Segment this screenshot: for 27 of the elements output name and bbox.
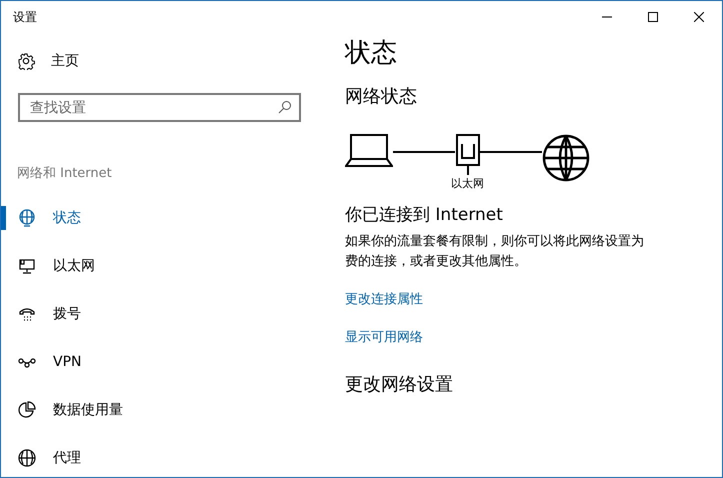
window-title: 设置	[13, 8, 37, 26]
nav-item[interactable]: 状态	[1, 194, 331, 242]
page-title: 状态	[345, 37, 398, 70]
search-field[interactable]: 查找设置	[18, 93, 301, 122]
section-heading: 更改网络设置	[345, 373, 454, 396]
globe-monitor-icon	[17, 208, 37, 228]
globe-icon	[17, 448, 37, 468]
nav-item[interactable]: 以太网	[1, 242, 331, 290]
nav-item[interactable]: 拨号	[1, 290, 331, 338]
section-heading: 网络状态	[345, 85, 418, 108]
home-link[interactable]: 主页	[17, 48, 331, 74]
connection-status: 你已连接到 Internet	[345, 204, 504, 226]
settings-icon	[17, 52, 35, 70]
laptop-icon	[345, 134, 393, 168]
settings-link[interactable]: 显示可用网络	[345, 328, 722, 348]
selection-bar	[1, 206, 6, 230]
section-heading: 网络和 Internet	[17, 165, 113, 182]
search-icon	[278, 100, 292, 114]
description-text: 如果你的流量套餐有限制，则你可以将此网络设置为 费的连接，或者更改其他属性。	[345, 233, 645, 271]
nav-item[interactable]: VPN	[1, 338, 331, 386]
adapter-label: 以太网	[451, 176, 484, 191]
maximize-icon	[648, 12, 658, 22]
close-icon	[694, 12, 704, 22]
pie-chart-icon	[17, 400, 37, 420]
settings-link[interactable]: 更改连接属性	[345, 290, 722, 310]
nav-item[interactable]: 代理	[1, 434, 331, 477]
nav-item[interactable]: 数据使用量	[1, 386, 331, 434]
